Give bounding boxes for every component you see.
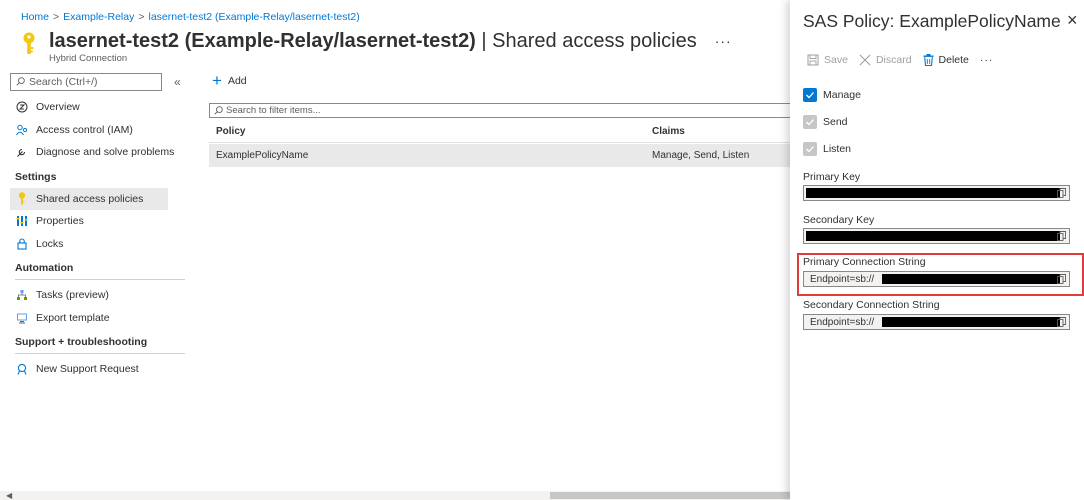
send-label: Send [823,116,848,128]
send-checkbox[interactable]: Send [803,115,848,129]
sas-policy-blade: SAS Policy: ExamplePolicyName × Save Dis… [790,0,1084,500]
table-header: Policy Claims [209,121,793,143]
divider [15,279,185,280]
listen-checkbox[interactable]: Listen [803,142,851,156]
section-automation: Automation [15,262,74,274]
checkmark-icon [803,142,817,156]
add-policy-button[interactable]: + Add [212,71,247,90]
checkmark-icon [803,88,817,102]
column-header-claims[interactable]: Claims [652,126,793,137]
page-header: lasernet-test2 (Example-Relay/lasernet-t… [21,29,732,65]
delete-button[interactable]: Delete [923,54,969,66]
claims-cell: Manage, Send, Listen [652,150,750,161]
iam-icon [15,123,28,136]
page-subtitle: Hybrid Connection [49,53,128,64]
key-icon [21,32,37,62]
wrench-icon [15,146,28,159]
sidebar-item-new-support-request[interactable]: New Support Request [10,358,196,381]
save-icon [807,54,819,66]
manage-label: Manage [823,89,861,101]
lock-icon [15,237,28,250]
secondary-connection-string-field[interactable]: Endpoint=sb:// [803,314,1070,330]
sidebar-item-tasks[interactable]: Tasks (preview) [10,284,196,307]
column-header-policy[interactable]: Policy [209,126,652,137]
table-row[interactable]: ExamplePolicyName Manage, Send, Listen [209,144,793,167]
sidebar-item-diagnose[interactable]: Diagnose and solve problems [10,141,196,164]
breadcrumb-separator: > [53,11,60,23]
secondary-key-field[interactable] [803,228,1070,244]
secondary-connection-string-label: Secondary Connection String [803,299,940,311]
copy-icon[interactable] [1055,230,1067,242]
blade-title: SAS Policy: ExamplePolicyName [803,11,1061,31]
blade-toolbar: Save Discard Delete ··· [807,54,993,66]
plus-icon: + [212,71,222,90]
breadcrumb-home[interactable]: Home [21,11,49,23]
save-button[interactable]: Save [807,54,848,66]
highlight-box [797,253,1084,296]
breadcrumb-separator: > [138,11,145,23]
search-icon [214,106,223,115]
export-icon [15,311,28,324]
collapse-sidebar-button[interactable]: « [174,75,181,89]
breadcrumb: Home > Example-Relay > lasernet-test2 (Examp… [21,11,360,23]
discard-icon [859,54,871,66]
copy-icon[interactable] [1055,187,1067,199]
sidebar-item-shared-access-policies[interactable]: Shared access policies [10,187,168,210]
secondary-key-label: Secondary Key [803,214,875,226]
listen-label: Listen [823,143,852,155]
policy-name-cell: ExamplePolicyName [216,150,309,161]
sidebar: Search (Ctrl+/) « Overview Access contro… [10,72,196,381]
breadcrumb-connection[interactable]: lasernet-test2 (Example-Relay/lasernet-t… [149,11,360,23]
checkmark-icon [803,115,817,129]
copy-icon[interactable] [1055,316,1067,328]
filter-placeholder: Search to filter items... [226,105,321,116]
horizontal-scrollbar[interactable]: ◀ [0,491,790,500]
overview-icon [15,101,28,114]
sidebar-item-iam[interactable]: Access control (IAM) [10,119,196,142]
redacted-value [882,317,1060,327]
properties-icon [15,215,28,228]
policies-table: Policy Claims ExamplePolicyName Manage, … [209,121,793,167]
breadcrumb-relay[interactable]: Example-Relay [63,11,134,23]
sidebar-item-export-template[interactable]: Export template [10,307,196,330]
section-support: Support + troubleshooting [15,336,148,348]
key-icon [15,192,28,205]
secondary-connection-string-value: Endpoint=sb:// [810,316,875,328]
manage-checkbox[interactable]: Manage [803,88,861,102]
tasks-icon [15,289,28,302]
scroll-left-icon[interactable]: ◀ [6,491,12,500]
primary-key-label: Primary Key [803,171,861,183]
filter-search-input[interactable]: Search to filter items... [209,103,793,118]
sidebar-item-properties[interactable]: Properties [10,210,196,233]
scrollbar-thumb[interactable] [550,492,790,499]
trash-icon [923,54,934,66]
more-actions-button[interactable]: ··· [715,33,732,49]
primary-key-field[interactable] [803,185,1070,201]
sidebar-search-placeholder: Search (Ctrl+/) [29,75,98,88]
sidebar-search-input[interactable]: Search (Ctrl+/) [10,72,162,91]
close-icon[interactable]: × [1067,10,1078,30]
divider [15,353,185,354]
page-title: lasernet-test2 (Example-Relay/lasernet-t… [49,30,697,52]
support-icon [15,363,28,376]
toolbar-more-button[interactable]: ··· [980,54,994,66]
search-icon [16,77,25,86]
section-settings: Settings [15,170,57,183]
discard-button[interactable]: Discard [859,54,912,66]
sidebar-item-locks[interactable]: Locks [10,233,196,256]
redacted-value [806,188,1060,198]
sidebar-item-overview[interactable]: Overview [10,96,196,119]
redacted-value [806,231,1060,241]
